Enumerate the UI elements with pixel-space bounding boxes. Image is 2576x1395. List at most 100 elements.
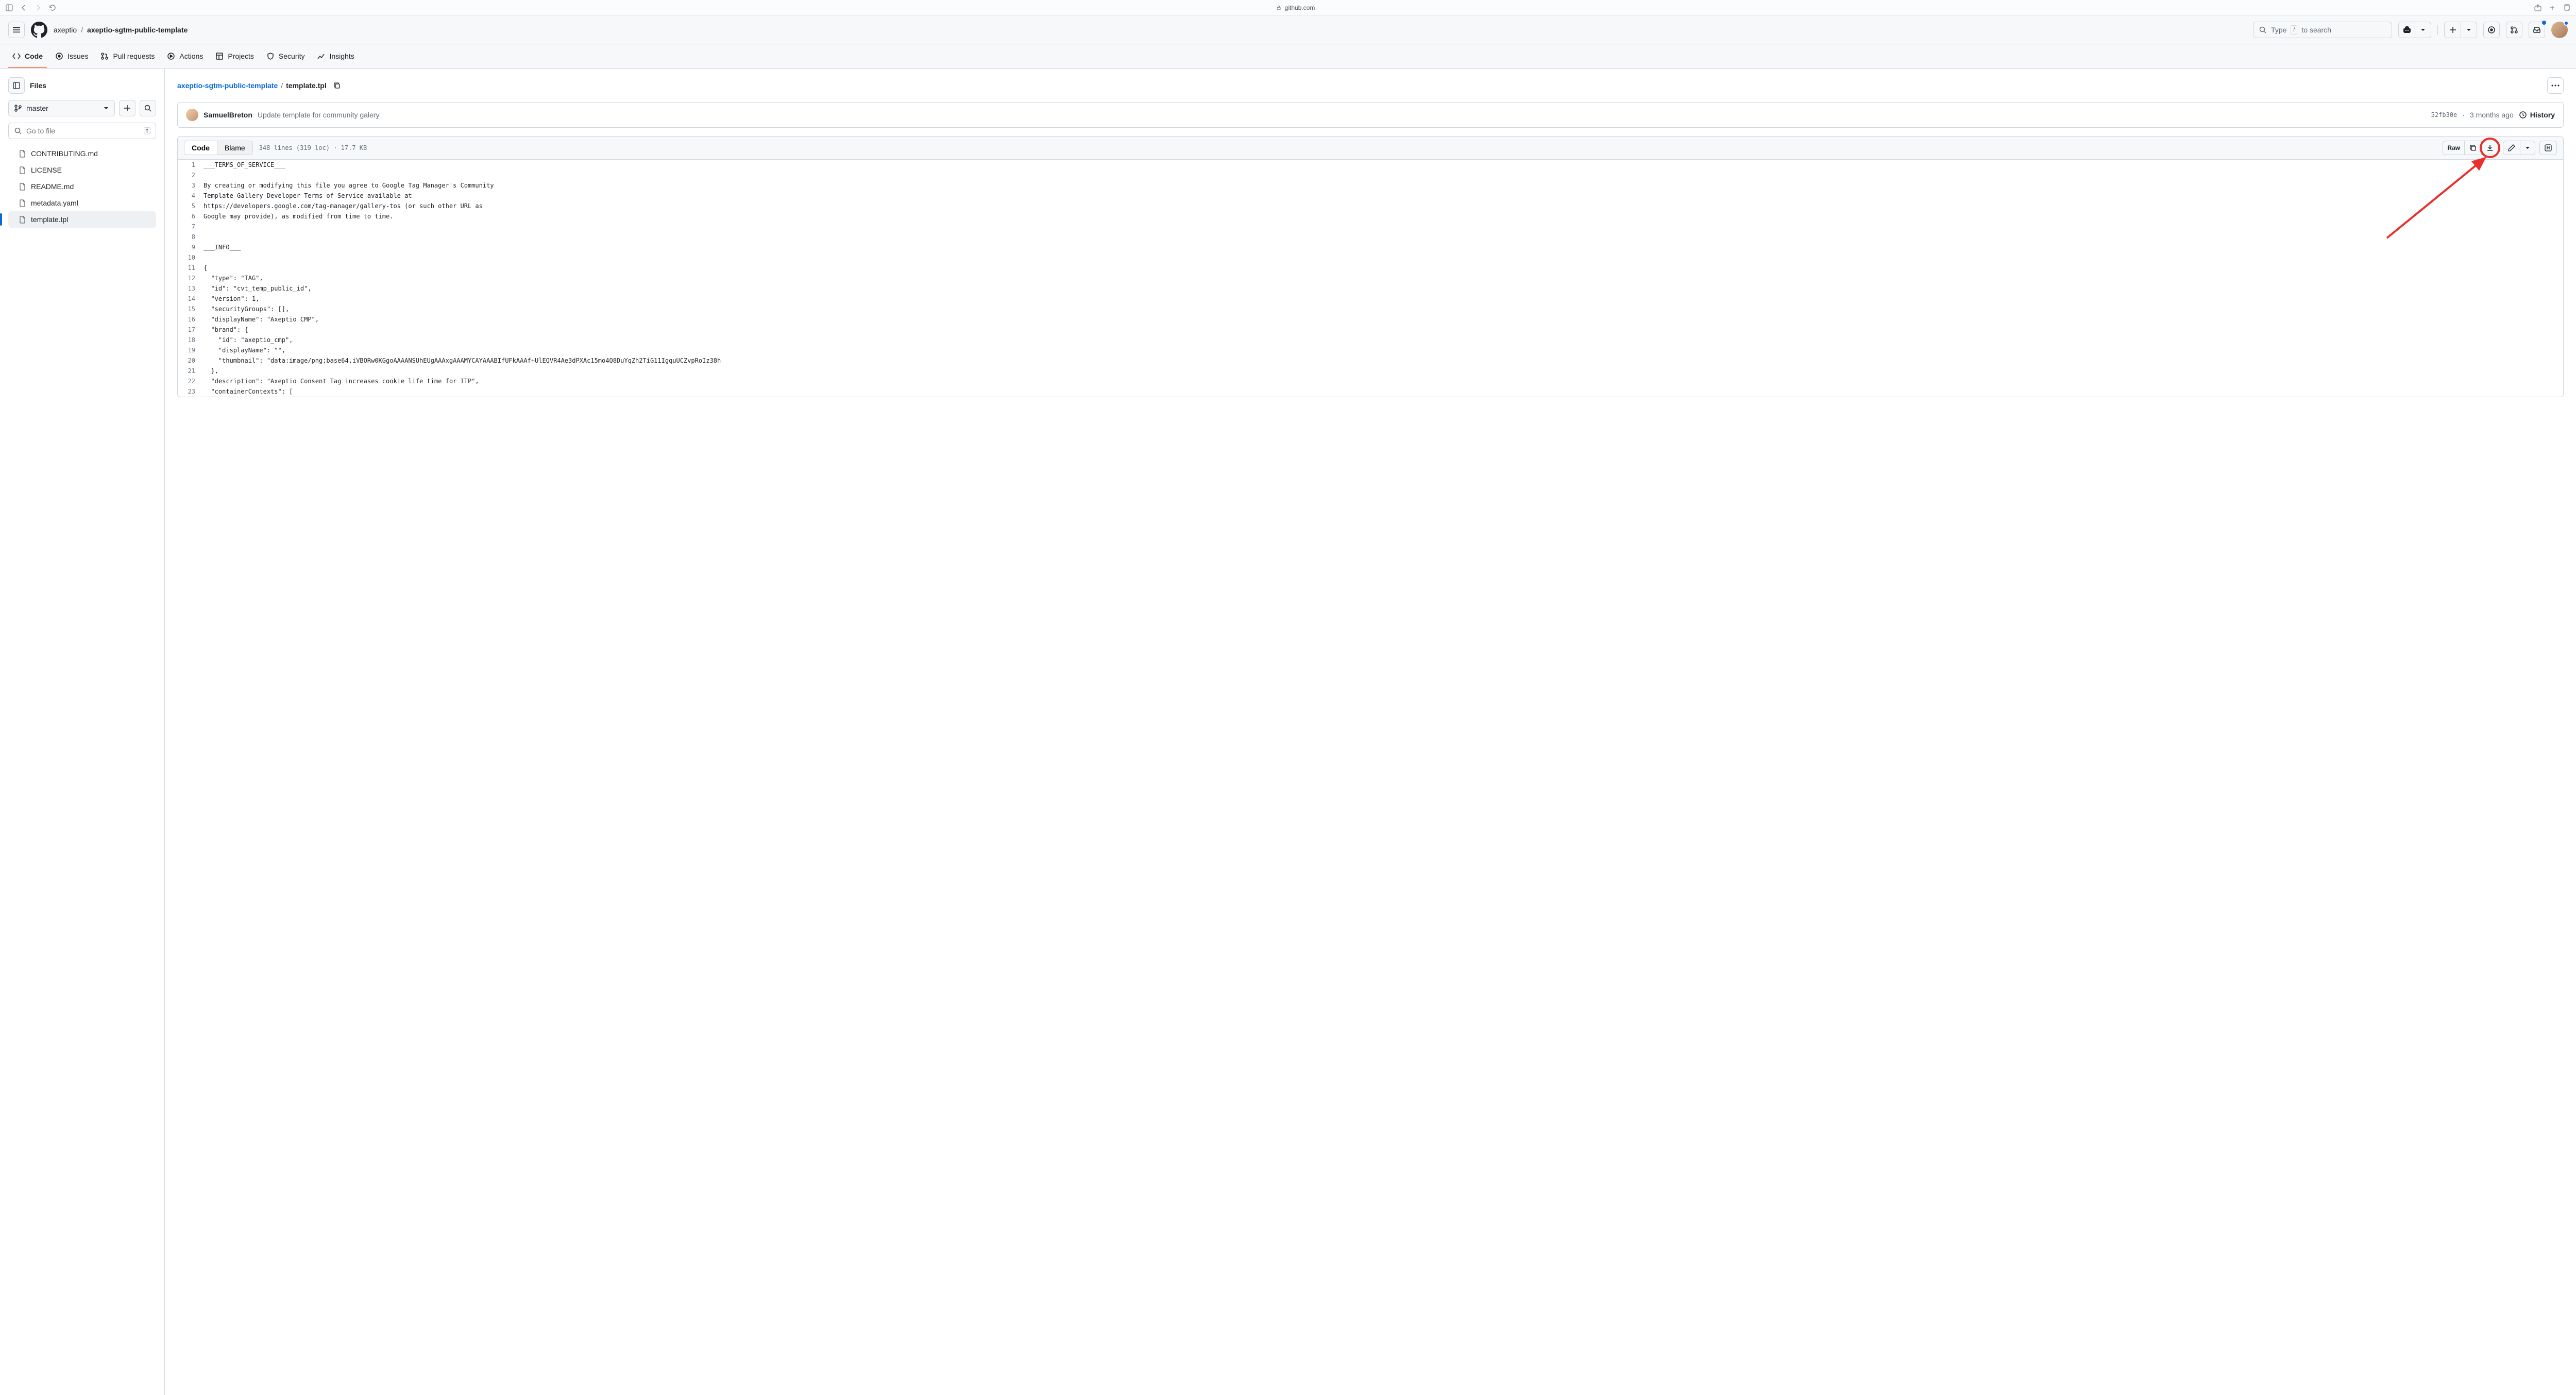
inbox-icon	[2533, 26, 2541, 34]
url-bar[interactable]: github.com	[63, 4, 2528, 11]
file-tree-item[interactable]: LICENSE	[8, 162, 156, 178]
blame-tab[interactable]: Blame	[217, 141, 252, 155]
branch-select[interactable]: master	[8, 100, 115, 116]
pulls-button[interactable]	[2506, 22, 2522, 38]
search-prefix: Type	[2271, 26, 2286, 34]
commit-hash[interactable]: 52fb30e	[2431, 111, 2458, 118]
commit-avatar[interactable]	[186, 109, 198, 121]
file-filter-input[interactable]	[26, 127, 140, 135]
add-file-button[interactable]	[119, 100, 135, 116]
view-toggle: Code Blame	[184, 141, 253, 155]
history-link[interactable]: History	[2519, 111, 2555, 119]
raw-button[interactable]: Raw	[2443, 141, 2464, 155]
issue-icon	[55, 52, 63, 60]
code-line: 2	[178, 170, 2563, 180]
tab-insights[interactable]: Insights	[313, 44, 358, 69]
tabs-icon[interactable]	[2563, 4, 2571, 12]
file-tree-item[interactable]: CONTRIBUTING.md	[8, 145, 156, 162]
graph-icon	[317, 52, 325, 60]
tab-pulls[interactable]: Pull requests	[96, 44, 159, 69]
code-line: 11{	[178, 263, 2563, 273]
github-logo-icon[interactable]	[31, 22, 47, 38]
file-sidebar: Files master t CONTRIBUTING.mdLICENSEREA…	[0, 69, 165, 1395]
new-tab-icon[interactable]	[2548, 4, 2556, 12]
file-tree-item[interactable]: template.tpl	[8, 211, 156, 228]
tab-code[interactable]: Code	[8, 44, 47, 69]
file-filter[interactable]: t	[8, 123, 156, 139]
tab-actions[interactable]: Actions	[163, 44, 207, 69]
search-icon	[14, 127, 22, 135]
file-stats: 348 lines (319 loc) · 17.7 KB	[259, 144, 367, 151]
share-icon[interactable]	[2534, 4, 2542, 12]
hamburger-icon	[12, 26, 21, 34]
sidebar-title: Files	[30, 81, 46, 90]
copy-raw-button[interactable]	[2464, 141, 2481, 155]
code-line: 3By creating or modifying this file you …	[178, 180, 2563, 191]
commit-author[interactable]: SamuelBreton	[204, 111, 252, 119]
tab-security[interactable]: Security	[262, 44, 309, 69]
inbox-button[interactable]	[2529, 22, 2545, 38]
sidebar-toggle-icon[interactable]	[5, 4, 13, 12]
reload-icon[interactable]	[48, 4, 57, 12]
search-input[interactable]: Type / to search	[2253, 22, 2392, 38]
code-line: 18 "id": "axeptio_cmp",	[178, 335, 2563, 345]
file-tree-item[interactable]: metadata.yaml	[8, 195, 156, 211]
commit-bar: SamuelBreton Update template for communi…	[177, 102, 2564, 128]
copy-path-button[interactable]	[330, 78, 344, 93]
chevron-down-icon	[2466, 27, 2472, 33]
kebab-icon	[2551, 84, 2560, 87]
code-line: 1___TERMS_OF_SERVICE___	[178, 160, 2563, 170]
plus-icon	[123, 104, 131, 112]
play-icon	[167, 52, 175, 60]
add-dropdown[interactable]	[2461, 22, 2477, 38]
search-suffix: to search	[2301, 26, 2331, 34]
tab-issues[interactable]: Issues	[51, 44, 92, 69]
copilot-button[interactable]	[2398, 22, 2415, 38]
copilot-dropdown[interactable]	[2415, 22, 2431, 38]
tab-projects[interactable]: Projects	[211, 44, 258, 69]
commit-message[interactable]: Update template for community galery	[258, 111, 380, 119]
code-line: 10	[178, 252, 2563, 263]
pencil-icon	[2507, 144, 2516, 152]
code-line: 4Template Gallery Developer Terms of Ser…	[178, 191, 2563, 201]
issues-button[interactable]	[2483, 22, 2500, 38]
file-tree: CONTRIBUTING.mdLICENSEREADME.mdmetadata.…	[8, 145, 156, 228]
code-toolbar: Code Blame 348 lines (319 loc) · 17.7 KB…	[178, 137, 2563, 160]
commit-when[interactable]: 3 months ago	[2470, 111, 2514, 119]
copy-icon	[333, 81, 341, 90]
search-files-button[interactable]	[140, 100, 156, 116]
hamburger-button[interactable]	[8, 22, 25, 38]
copilot-icon	[2403, 26, 2411, 34]
download-button[interactable]	[2481, 141, 2499, 155]
file-tree-item[interactable]: README.md	[8, 178, 156, 195]
code-body[interactable]: 1___TERMS_OF_SERVICE___23By creating or …	[178, 160, 2563, 397]
pull-request-icon	[100, 52, 109, 60]
file-icon	[19, 199, 27, 207]
github-header: axeptio / axeptio-sgtm-public-template T…	[0, 15, 2576, 44]
file-icon	[19, 182, 27, 191]
chevron-down-icon	[2524, 145, 2531, 151]
code-line: 22 "description": "Axeptio Consent Tag i…	[178, 376, 2563, 386]
repo-link[interactable]: axeptio-sgtm-public-template	[87, 26, 188, 34]
owner-link[interactable]: axeptio	[54, 26, 77, 34]
code-tab[interactable]: Code	[184, 141, 217, 155]
search-key: /	[2291, 25, 2297, 35]
url-text: github.com	[1285, 4, 1315, 11]
user-avatar[interactable]	[2551, 22, 2568, 38]
lock-icon	[1276, 5, 1282, 11]
plus-icon	[2449, 26, 2457, 34]
path-repo-link[interactable]: axeptio-sgtm-public-template	[177, 81, 278, 90]
chevron-down-icon	[103, 105, 109, 111]
edit-button[interactable]	[2503, 141, 2520, 155]
more-button[interactable]	[2547, 77, 2564, 94]
add-button[interactable]	[2444, 22, 2461, 38]
forward-icon[interactable]	[34, 4, 42, 12]
back-icon[interactable]	[20, 4, 28, 12]
code-line: 13 "id": "cvt_temp_public_id",	[178, 283, 2563, 294]
symbols-button[interactable]	[2539, 141, 2557, 155]
shield-icon	[266, 52, 275, 60]
edit-dropdown[interactable]	[2520, 141, 2535, 155]
symbols-icon	[2544, 144, 2552, 152]
collapse-sidebar-button[interactable]	[8, 77, 25, 94]
code-line: 19 "displayName": "",	[178, 345, 2563, 355]
